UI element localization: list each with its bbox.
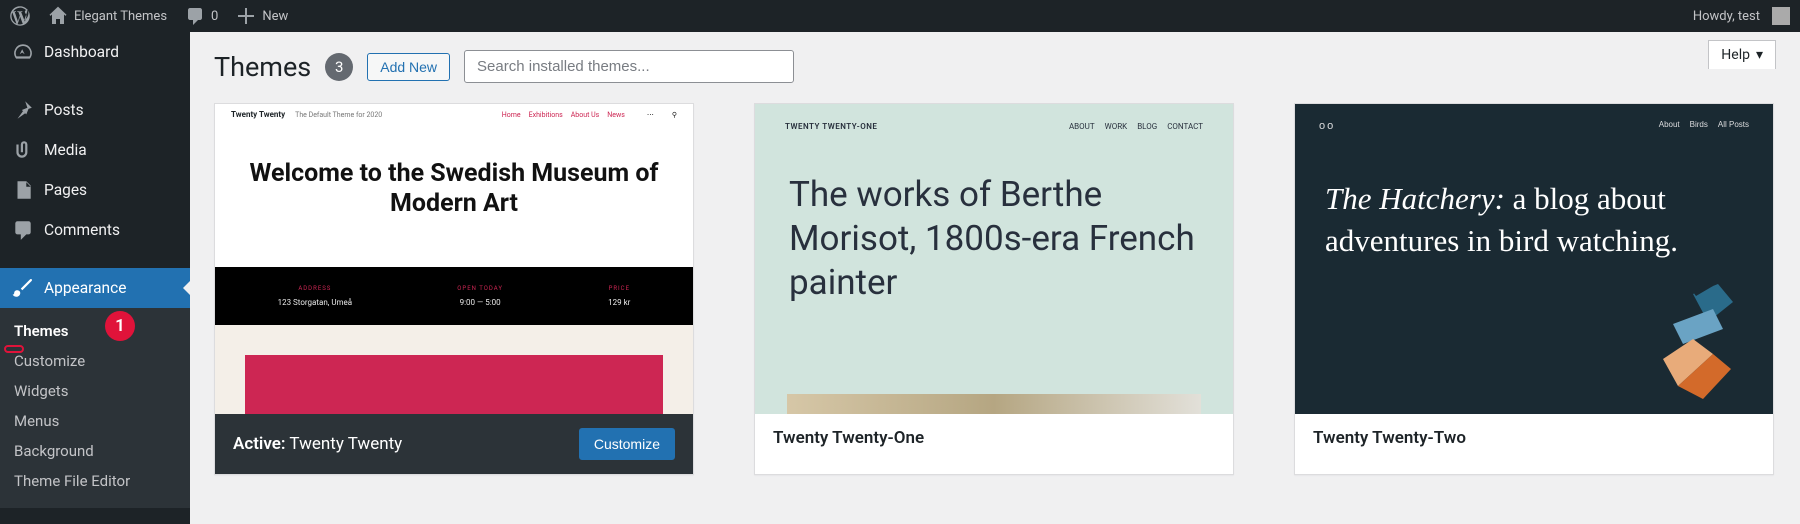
submenu-label: Theme File Editor (14, 472, 130, 490)
thumb-tagline: The Default Theme for 2020 (295, 111, 382, 119)
thumb-brand: Twenty Twenty (231, 110, 285, 119)
theme-name: Twenty Twenty-Two (1313, 428, 1466, 448)
comments-menu[interactable]: 0 (185, 6, 218, 26)
thumb-main-text: The Hatchery: a blog about adventures in… (1295, 148, 1773, 262)
theme-screenshot: oo AboutBirdsAll Posts The Hatchery: a b… (1295, 104, 1773, 414)
theme-count-badge: 3 (325, 53, 353, 81)
wordpress-icon (10, 6, 30, 26)
annotation-badge-1: 1 (105, 311, 135, 341)
theme-search-input[interactable] (464, 50, 794, 83)
submenu-background[interactable]: Background (0, 436, 190, 466)
menu-media[interactable]: Media (0, 130, 190, 170)
theme-screenshot: TWENTY TWENTY-ONE ABOUTWORKBLOGCONTACT T… (755, 104, 1233, 414)
thumb-hero: Welcome to the Swedish Museum of Modern … (245, 159, 663, 219)
pin-icon (12, 99, 34, 121)
submenu-theme-file-editor[interactable]: Theme File Editor (0, 466, 190, 496)
site-name-label: Elegant Themes (74, 9, 167, 24)
theme-card-active[interactable]: Twenty Twenty The Default Theme for 2020… (214, 103, 694, 475)
bird-illustration (1623, 274, 1763, 404)
media-icon (12, 139, 34, 161)
new-content-menu[interactable]: New (236, 6, 288, 26)
help-tab[interactable]: Help ▾ (1708, 40, 1776, 69)
menu-posts[interactable]: Posts (0, 90, 190, 130)
thumb-logo: oo (1319, 120, 1335, 132)
theme-screenshot: Twenty Twenty The Default Theme for 2020… (215, 104, 693, 414)
theme-name: Twenty Twenty-One (773, 428, 924, 448)
theme-footer: Twenty Twenty-Two (1295, 414, 1773, 462)
new-label: New (262, 9, 288, 24)
menu-dashboard[interactable]: Dashboard (0, 32, 190, 72)
wp-logo-menu[interactable] (10, 6, 30, 26)
thumb-nav: ABOUTWORKBLOGCONTACT (1059, 122, 1203, 131)
submenu-label: Customize (14, 352, 85, 370)
theme-footer: Twenty Twenty-One (755, 414, 1233, 462)
submenu-label: Menus (14, 412, 59, 430)
appearance-submenu: Themes 1 Customize Widgets Menus Backgro… (0, 308, 190, 508)
menu-label: Media (44, 141, 87, 159)
submenu-widgets[interactable]: Widgets (0, 376, 190, 406)
submenu-menus[interactable]: Menus (0, 406, 190, 436)
caret-down-icon: ▾ (1756, 47, 1763, 63)
help-label: Help (1721, 47, 1750, 63)
theme-card[interactable]: oo AboutBirdsAll Posts The Hatchery: a b… (1294, 103, 1774, 475)
comment-count: 0 (211, 9, 218, 24)
dashboard-icon (12, 41, 34, 63)
site-name-menu[interactable]: Elegant Themes (48, 6, 167, 26)
admin-toolbar: Elegant Themes 0 New Howdy, test (0, 0, 1800, 32)
menu-appearance[interactable]: Appearance (0, 268, 190, 308)
plus-icon (236, 6, 256, 26)
active-label: Active: (233, 434, 286, 454)
pages-icon (12, 179, 34, 201)
theme-name: Twenty Twenty (289, 434, 402, 454)
submenu-label: Themes (14, 322, 68, 340)
submenu-customize[interactable]: Customize (0, 346, 190, 376)
menu-label: Appearance (44, 279, 126, 297)
add-new-button[interactable]: Add New (367, 53, 450, 81)
submenu-themes[interactable]: Themes 1 (0, 316, 190, 346)
submenu-label: Widgets (14, 382, 68, 400)
thumb-nav: HomeExhibitionsAbout UsNews (494, 111, 625, 119)
comments-icon (12, 219, 34, 241)
menu-label: Comments (44, 221, 120, 239)
content-area: Help ▾ Themes 3 Add New Twenty Twenty Th… (190, 32, 1800, 524)
menu-label: Dashboard (44, 43, 119, 61)
comment-icon (185, 6, 205, 26)
home-icon (48, 6, 68, 26)
thumb-brand: TWENTY TWENTY-ONE (785, 122, 877, 131)
admin-sidemenu: Dashboard Posts Media Pages Comments App… (0, 32, 190, 524)
brush-icon (12, 277, 34, 299)
menu-pages[interactable]: Pages (0, 170, 190, 210)
menu-label: Posts (44, 101, 84, 119)
customize-button[interactable]: Customize (579, 428, 675, 460)
thumb-nav: AboutBirdsAll Posts (1649, 120, 1749, 132)
menu-label: Pages (44, 181, 87, 199)
thumb-main-text: The works of Berthe Morisot, 1800s-era F… (755, 149, 1233, 328)
my-account-menu[interactable]: Howdy, test (1693, 7, 1790, 25)
theme-card[interactable]: TWENTY TWENTY-ONE ABOUTWORKBLOGCONTACT T… (754, 103, 1234, 475)
avatar (1772, 7, 1790, 25)
howdy-label: Howdy, test (1693, 9, 1760, 24)
theme-footer: Active: Twenty Twenty Customize (215, 414, 693, 474)
submenu-label: Background (14, 442, 94, 460)
page-title: Themes (214, 51, 311, 83)
menu-comments[interactable]: Comments (0, 210, 190, 250)
